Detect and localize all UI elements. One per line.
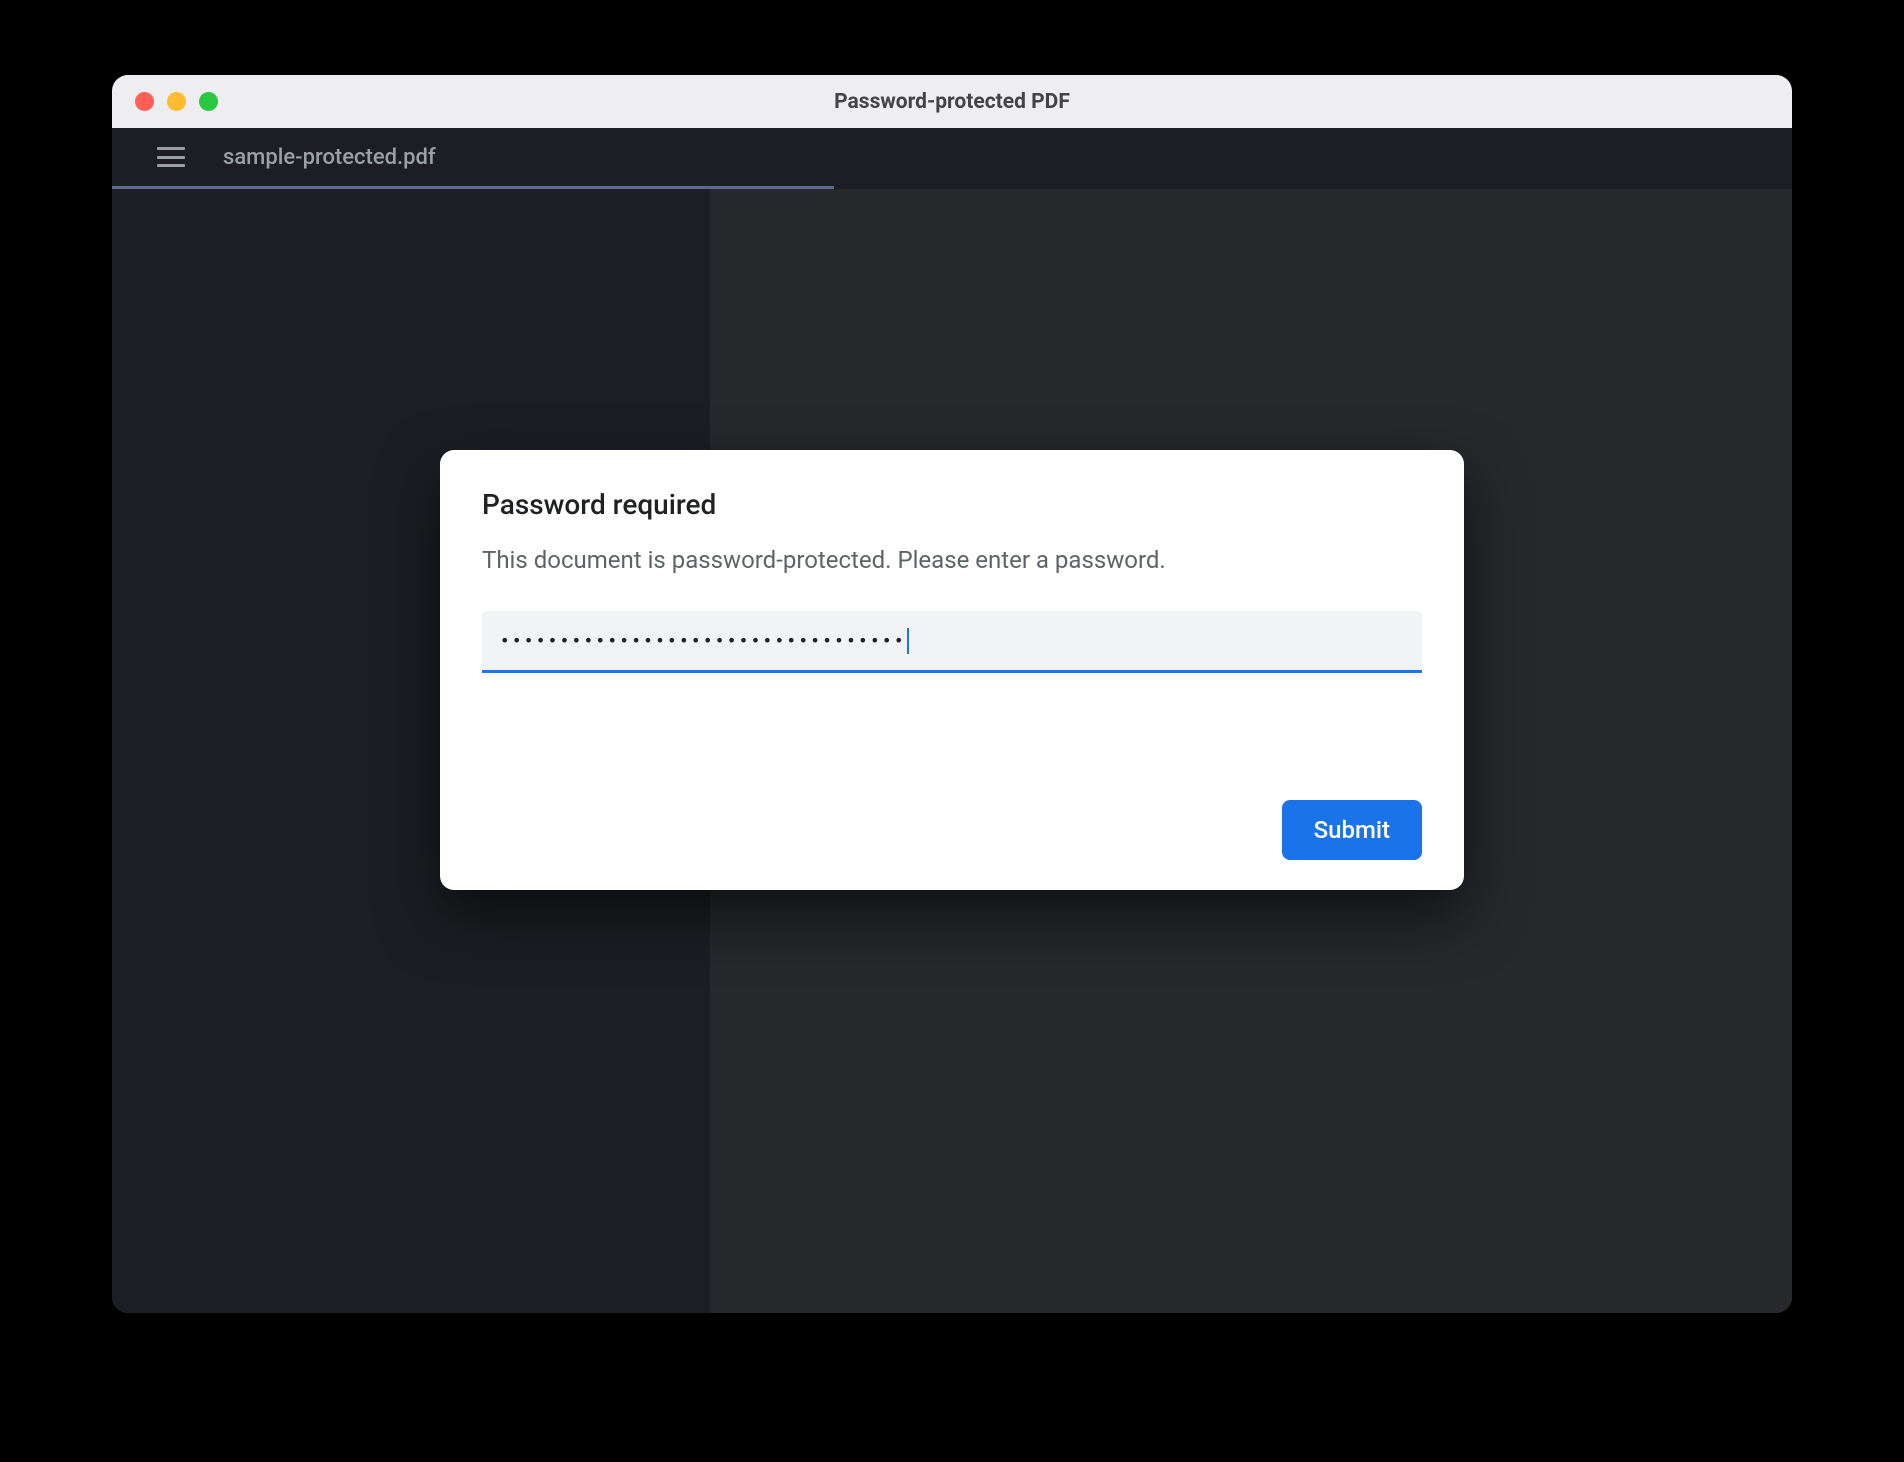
dialog-overlay: Password required This document is passw… [112, 75, 1792, 1313]
dialog-message: This document is password-protected. Ple… [482, 546, 1422, 574]
password-dialog: Password required This document is passw… [440, 450, 1464, 890]
submit-button[interactable]: Submit [1282, 800, 1422, 860]
text-cursor [907, 628, 909, 654]
dialog-title: Password required [482, 488, 1422, 521]
content-area: Password required This document is passw… [112, 189, 1792, 1313]
password-value: •••••••••••••••••••••••••••••••••• [500, 631, 906, 650]
app-window: Password-protected PDF sample-protected.… [112, 75, 1792, 1313]
dialog-actions: Submit [482, 800, 1422, 860]
password-input[interactable]: •••••••••••••••••••••••••••••••••• [482, 611, 1422, 673]
